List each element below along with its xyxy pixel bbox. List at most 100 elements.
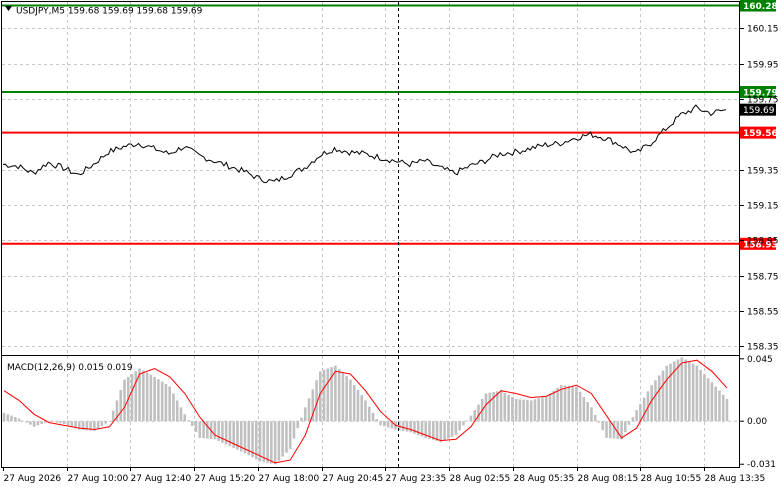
macd-axis: 0.045 0.00 -0.031 <box>740 355 776 470</box>
macd-histogram-bar <box>134 371 138 422</box>
macd-histogram-bar <box>616 421 620 439</box>
macd-histogram-bar <box>202 421 205 439</box>
macd-histogram-bar <box>714 386 718 422</box>
macd-histogram-bar <box>13 417 17 422</box>
macd-histogram-bar <box>544 396 548 422</box>
macd-histogram-bar <box>469 415 473 422</box>
macd-histogram-bar <box>503 392 507 422</box>
macd-histogram-bar <box>624 421 627 432</box>
macd-histogram-bar <box>17 418 21 422</box>
macd-histogram-bar <box>183 414 187 422</box>
macd-histogram-bar <box>341 372 345 422</box>
price-tick-label: 159.95 <box>747 61 779 71</box>
macd-histogram-bar <box>70 421 74 427</box>
macd-histogram-bar <box>175 400 179 422</box>
macd-histogram-bar <box>721 394 725 422</box>
macd-histogram-bar <box>537 398 541 422</box>
macd-histogram-bar <box>168 386 171 422</box>
macd-histogram-bar <box>111 410 115 422</box>
macd-histogram-bar <box>119 389 123 422</box>
macd-histogram-bar <box>273 421 277 465</box>
macd-histogram-bar <box>326 368 330 422</box>
macd-histogram-bar <box>642 397 646 422</box>
macd-histogram-bar <box>401 421 405 431</box>
macd-histogram-bar <box>495 391 499 422</box>
price-tick-label: 159.15 <box>747 202 779 212</box>
macd-histogram-bar <box>386 421 390 428</box>
macd-histogram-bar <box>465 420 469 422</box>
macd-histogram-bar <box>367 406 371 422</box>
macd-histogram-bar <box>514 399 518 422</box>
macd-histogram-bar <box>29 421 32 425</box>
macd-histogram-bar <box>379 421 382 426</box>
macd-histogram-bar <box>371 412 375 422</box>
macd-histogram-bar <box>172 393 175 422</box>
macd-histogram-bar <box>590 407 593 422</box>
macd-histogram-bar <box>695 365 699 422</box>
macd-histogram-bar <box>597 421 601 423</box>
macd-histogram-bar <box>608 421 612 439</box>
macd-histogram-bar <box>62 421 66 424</box>
macd-histogram-bar <box>447 421 450 439</box>
trading-chart[interactable]: 160.28 159.79 159.56 158.93 159.69 160.15 15… <box>0 0 781 489</box>
level-price-label: 159.56 <box>743 129 778 139</box>
macd-histogram-bar <box>206 421 209 439</box>
macd-histogram-bar <box>2 412 6 422</box>
time-label: 27 Aug 10:00 <box>68 474 129 484</box>
macd-histogram-bar <box>688 361 691 422</box>
time-label: 27 Aug 23:35 <box>386 474 447 484</box>
macd-label: MACD(12,26,9) 0.015 0.019 <box>7 363 133 373</box>
time-axis[interactable]: 27 Aug 2026 27 Aug 10:00 27 Aug 12:40 27 Au… <box>3 467 766 484</box>
macd-histogram-bar <box>552 390 556 422</box>
macd-histogram-bar <box>96 421 100 429</box>
macd-histogram-bar <box>345 376 348 422</box>
price-axis[interactable]: 160.15 159.95 159.75 159.35 159.15 158.95 158.… <box>740 25 779 353</box>
macd-histogram-bar <box>526 400 529 422</box>
macd-histogram-bar <box>703 374 706 422</box>
level-price-label: 160.28 <box>743 2 778 12</box>
time-label: 28 Aug 13:35 <box>705 474 766 484</box>
macd-histogram-bar <box>364 400 367 422</box>
level-price-box: 160.28 <box>740 0 778 12</box>
current-price-box: 159.69 <box>740 103 776 116</box>
macd-histogram-bar <box>443 421 446 441</box>
macd-histogram-bar <box>149 374 153 422</box>
macd-histogram-bar <box>66 421 70 426</box>
time-label: 28 Aug 02:55 <box>450 474 511 484</box>
macd-histogram-bar <box>631 417 635 422</box>
time-label: 28 Aug 05:35 <box>514 474 575 484</box>
symbol-info: USDJPY,M5 159.68 159.69 159.68 159.69 <box>16 7 203 17</box>
macd-histogram-bar <box>499 390 503 422</box>
macd-histogram-bar <box>164 384 168 422</box>
macd-histogram-bar <box>706 378 710 422</box>
macd-histogram-bar <box>349 379 352 422</box>
macd-histogram-bar <box>277 421 281 461</box>
macd-histogram-bar <box>529 400 533 422</box>
macd-histogram-bar <box>439 421 443 443</box>
macd-histogram-bar <box>533 399 537 422</box>
macd-histogram-bar <box>635 410 638 422</box>
macd-histogram-bar <box>307 398 311 422</box>
macd-histogram-bar <box>104 421 107 424</box>
macd-histogram-bar <box>100 421 104 427</box>
macd-histogram-bar <box>680 357 684 422</box>
macd-histogram-bar <box>575 386 578 422</box>
macd-histogram-bar <box>153 376 156 422</box>
macd-histogram-bar <box>507 394 510 422</box>
macd-histogram-bar <box>548 393 552 422</box>
macd-histogram-bar <box>21 420 25 422</box>
macd-histogram-bar <box>300 417 303 422</box>
macd-histogram-bar <box>142 370 145 422</box>
macd-histogram-bar <box>563 385 567 422</box>
macd-histogram-bar <box>665 365 669 422</box>
price-tick-label: 159.35 <box>747 167 779 177</box>
macd-histogram-bar <box>108 421 111 422</box>
macd-histogram-bar <box>270 421 273 464</box>
macd-histogram-bar <box>657 375 661 422</box>
macd-histogram-bar <box>334 365 337 422</box>
macd-histogram-bar <box>560 385 563 422</box>
macd-histogram-bar <box>593 414 597 422</box>
macd-histogram-bar <box>601 421 605 431</box>
macd-histogram-bar <box>36 421 40 426</box>
macd-histogram-bar <box>217 421 220 441</box>
